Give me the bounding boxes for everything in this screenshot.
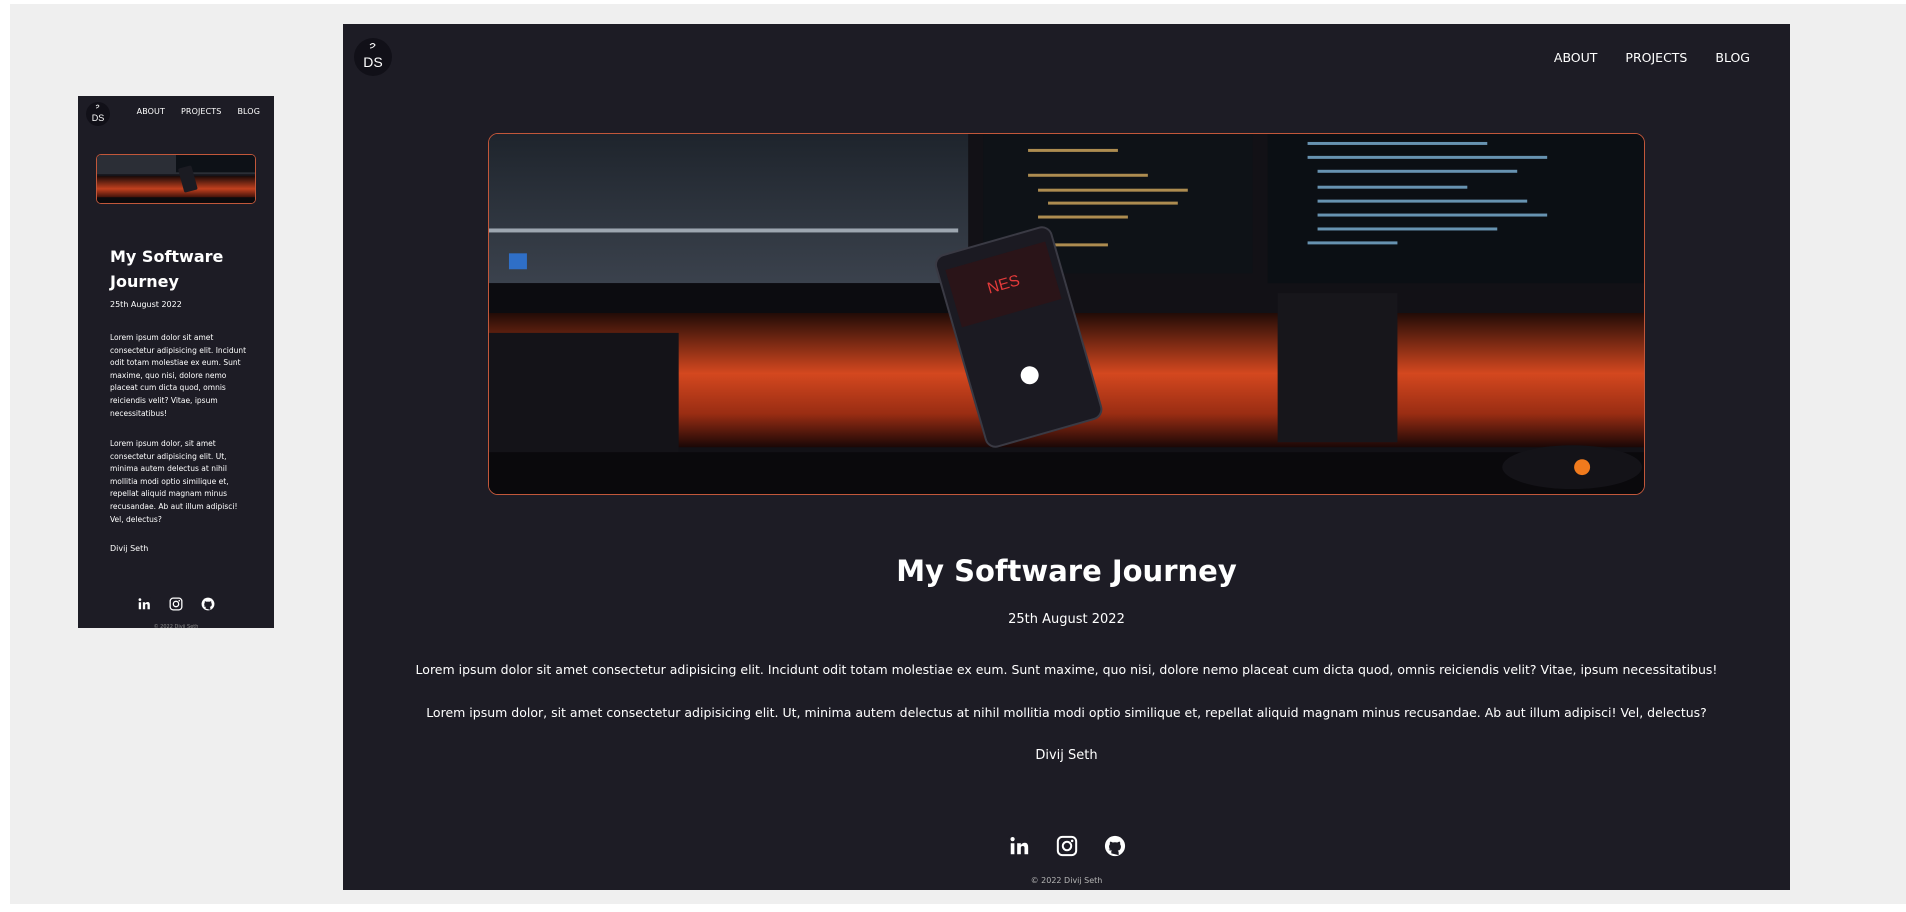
post-author: Divij Seth xyxy=(1035,748,1098,763)
logo-mark-icon: DS xyxy=(92,104,105,123)
nav-link-about[interactable]: ABOUT xyxy=(137,107,165,116)
linkedin-icon[interactable] xyxy=(1007,835,1030,857)
instagram-icon[interactable] xyxy=(169,597,183,611)
preview-canvas: DS ABOUT PROJECTS BLOG My Software Journ… xyxy=(10,4,1906,904)
main-nav: ABOUT PROJECTS BLOG xyxy=(137,107,260,116)
post-date: 25th August 2022 xyxy=(110,300,182,309)
hero-image: NES xyxy=(488,133,1645,495)
post-title: My Software Journey xyxy=(896,554,1237,588)
nav-link-blog[interactable]: BLOG xyxy=(1715,50,1750,65)
social-links xyxy=(78,597,274,611)
post-paragraph: Lorem ipsum dolor, sit amet consectetur … xyxy=(426,705,1707,720)
site-logo[interactable]: DS xyxy=(86,102,110,126)
post-title: My Software Journey xyxy=(110,247,224,291)
site-logo[interactable]: DS xyxy=(354,38,392,76)
github-icon[interactable] xyxy=(201,597,215,611)
social-links xyxy=(343,835,1790,857)
nav-link-about[interactable]: ABOUT xyxy=(1554,50,1598,65)
post-date: 25th August 2022 xyxy=(1008,612,1125,627)
svg-text:DS: DS xyxy=(363,54,382,70)
logo-mark-icon: DS xyxy=(363,42,383,70)
nav-link-blog[interactable]: BLOG xyxy=(237,107,260,116)
footer-copyright: © 2022 Divij Seth xyxy=(1030,876,1103,885)
post-paragraph: Lorem ipsum dolor sit amet consectetur a… xyxy=(110,333,247,418)
mobile-preview: DS ABOUT PROJECTS BLOG My Software Journ… xyxy=(78,96,274,628)
desktop-preview: DS ABOUT PROJECTS BLOG NES My Software J… xyxy=(343,24,1790,890)
linkedin-icon[interactable] xyxy=(137,597,151,611)
github-icon[interactable] xyxy=(1104,835,1126,857)
post-author: Divij Seth xyxy=(110,544,149,553)
main-nav: ABOUT PROJECTS BLOG xyxy=(1554,50,1750,65)
header: DS ABOUT PROJECTS BLOG xyxy=(78,96,274,136)
nav-link-projects[interactable]: PROJECTS xyxy=(1625,50,1687,65)
hero-image xyxy=(96,154,256,204)
post-paragraph: Lorem ipsum dolor, sit amet consectetur … xyxy=(110,439,238,524)
nav-link-projects[interactable]: PROJECTS xyxy=(181,107,221,116)
post-paragraph: Lorem ipsum dolor sit amet consectetur a… xyxy=(415,662,1718,677)
footer-copyright: © 2022 Divij Seth xyxy=(153,624,199,628)
desk-setup-image xyxy=(97,155,255,203)
instagram-icon[interactable] xyxy=(1056,835,1078,857)
desk-setup-image: NES xyxy=(489,134,1644,494)
svg-text:DS: DS xyxy=(92,113,105,123)
